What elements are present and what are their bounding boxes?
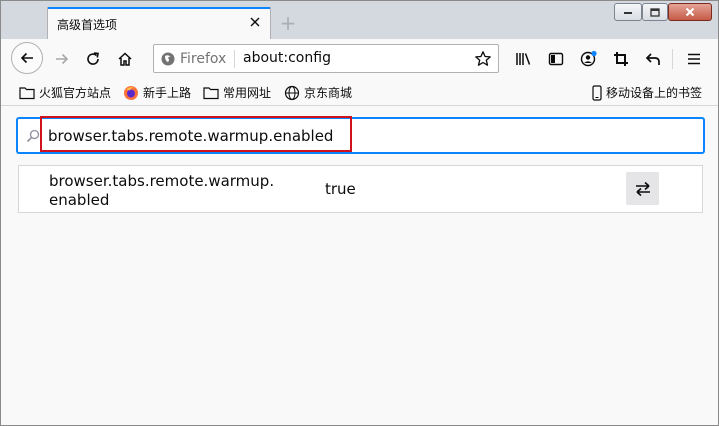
preference-row[interactable]: browser.tabs.remote.warmup. enabled true <box>18 165 703 213</box>
sidebar-button[interactable] <box>541 43 571 75</box>
library-button[interactable] <box>509 43 539 75</box>
reload-button[interactable] <box>78 43 108 75</box>
back-button[interactable] <box>11 42 43 74</box>
preference-name: browser.tabs.remote.warmup. enabled <box>49 172 289 210</box>
home-button[interactable] <box>110 43 140 75</box>
bookmark-star-icon[interactable] <box>474 50 492 68</box>
account-button[interactable] <box>574 43 604 75</box>
crop-icon <box>614 52 628 66</box>
hamburger-menu-icon <box>688 53 700 65</box>
bookmark-item[interactable]: 常用网址 <box>203 84 271 101</box>
close-tab-icon[interactable] <box>246 13 264 31</box>
preference-name-line: enabled <box>49 191 110 209</box>
url-separator <box>234 50 235 68</box>
undo-arrow-icon <box>645 53 660 65</box>
firefox-identity-icon <box>161 52 175 66</box>
forward-button[interactable] <box>47 43 77 75</box>
toolbar-separator <box>672 49 673 69</box>
url-bar[interactable]: Firefox about:config <box>153 44 499 73</box>
globe-icon <box>284 85 300 100</box>
tab-strip: 高级首选项 + <box>1 1 718 39</box>
preference-search-input[interactable] <box>48 119 688 152</box>
undo-button[interactable] <box>638 43 668 75</box>
browser-window: 高级首选项 + Firefox about:config 火狐官方站点 新手上路… <box>0 0 719 426</box>
arrow-left-icon <box>20 52 33 64</box>
toggle-button[interactable] <box>626 172 659 205</box>
screenshot-button[interactable] <box>606 43 636 75</box>
preference-value: true <box>325 180 356 198</box>
mobile-device-icon <box>592 84 602 101</box>
preference-search-box[interactable] <box>17 118 704 153</box>
reload-icon <box>87 52 99 65</box>
account-icon <box>580 50 597 67</box>
menu-button[interactable] <box>679 43 709 75</box>
bookmark-label: 火狐官方站点 <box>39 86 112 100</box>
url-text[interactable]: about:config <box>243 50 331 66</box>
bookmark-label: 常用网址 <box>223 86 272 100</box>
navigation-toolbar: Firefox about:config <box>1 39 718 79</box>
bookmark-item[interactable]: 新手上路 <box>123 84 191 101</box>
close-window-button[interactable] <box>668 3 712 21</box>
about-config-page: browser.tabs.remote.warmup. enabled true <box>1 106 718 425</box>
sidebar-icon <box>548 52 564 66</box>
preference-name-line: browser.tabs.remote.warmup. <box>49 172 275 190</box>
search-icon <box>26 129 40 143</box>
bookmarks-toolbar: 火狐官方站点 新手上路 常用网址 京东商城 移动设备上的书签 <box>1 79 718 106</box>
minimize-button[interactable] <box>614 3 642 21</box>
maximize-button[interactable] <box>642 3 668 21</box>
folder-icon <box>203 86 219 99</box>
bookmark-item[interactable]: 火狐官方站点 <box>19 84 111 101</box>
folder-icon <box>19 86 35 99</box>
identity-label: Firefox <box>180 51 227 67</box>
mobile-bookmarks[interactable]: 移动设备上的书签 <box>592 84 702 101</box>
tab-advanced-preferences[interactable]: 高级首选项 <box>47 7 271 39</box>
library-icon <box>516 53 531 65</box>
bookmark-label: 京东商城 <box>304 86 353 100</box>
tab-active-indicator <box>48 7 270 9</box>
toggle-arrows-icon <box>635 181 650 196</box>
identity-box[interactable]: Firefox <box>160 49 226 69</box>
bookmark-label: 新手上路 <box>143 86 192 100</box>
bookmark-item[interactable]: 京东商城 <box>284 84 352 101</box>
tab-title: 高级首选项 <box>57 18 118 32</box>
home-icon <box>118 52 132 66</box>
new-tab-icon[interactable]: + <box>277 13 299 35</box>
firefox-logo-icon <box>124 85 138 100</box>
arrow-right-icon <box>56 53 69 65</box>
mobile-bookmarks-label: 移动设备上的书签 <box>606 86 703 100</box>
